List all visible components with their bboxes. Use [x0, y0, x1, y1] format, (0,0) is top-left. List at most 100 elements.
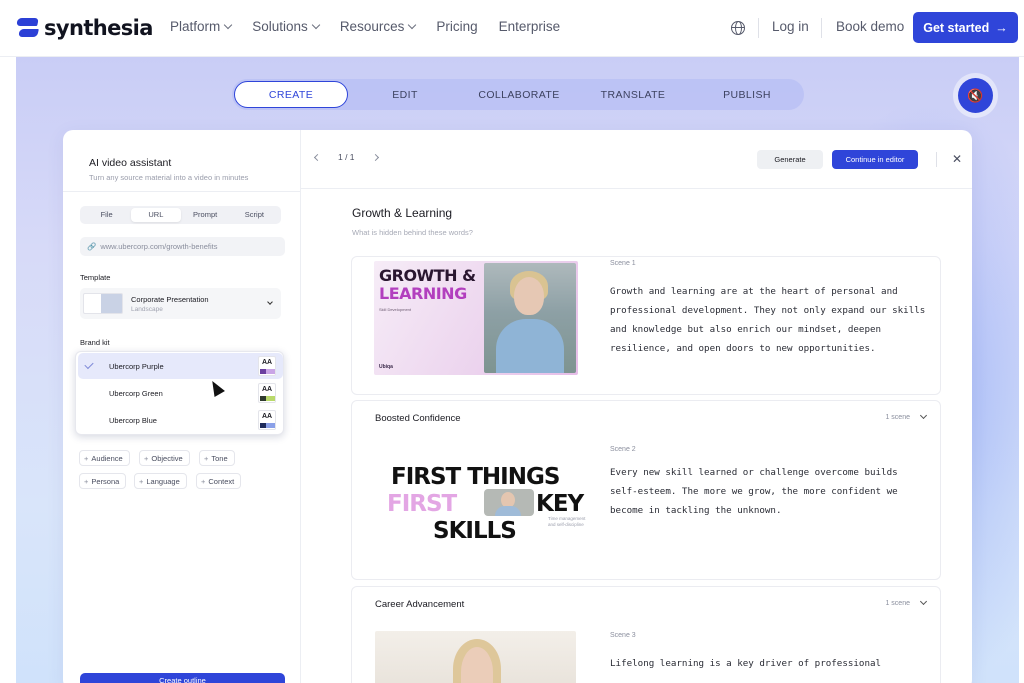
- tab-publish[interactable]: PUBLISH: [690, 89, 804, 101]
- assistant-sidebar: AI video assistant Turn any source mater…: [63, 130, 301, 683]
- menu-item-pricing[interactable]: Pricing: [436, 19, 477, 34]
- chip-audience[interactable]: + Audience: [79, 450, 130, 466]
- scene-card-1[interactable]: GROWTH & LEARNING Skill Development Ubiqa…: [351, 256, 941, 395]
- chip-objective[interactable]: + Objective: [139, 450, 190, 466]
- sidebar-subtitle: Turn any source material into a video in…: [89, 173, 249, 182]
- tab-translate[interactable]: TRANSLATE: [576, 89, 690, 101]
- thumbnail-logo: Ubiqa: [379, 364, 393, 370]
- scene-label: Scene 1: [610, 260, 636, 267]
- chevron-left-icon[interactable]: [313, 153, 322, 161]
- url-input[interactable]: 🔗 www.ubercorp.com/growth-benefits: [80, 237, 285, 256]
- thumbnail-caption: Time management and self-discipline: [548, 516, 586, 527]
- plus-icon: +: [144, 454, 149, 463]
- brand-option-blue[interactable]: Ubercorp Blue AA: [78, 407, 283, 433]
- close-icon[interactable]: ✕: [952, 152, 962, 166]
- globe-icon[interactable]: [731, 21, 745, 35]
- chevron-right-icon[interactable]: [371, 153, 379, 161]
- logo-mark-icon: [16, 18, 39, 38]
- menu-item-solutions[interactable]: Solutions: [252, 19, 321, 34]
- chip-persona[interactable]: + Persona: [79, 473, 127, 489]
- scene-script-text[interactable]: Lifelong learning is a key driver of pro…: [610, 654, 930, 673]
- scene-count: 1 scene: [885, 600, 910, 607]
- sidebar-title: AI video assistant: [89, 157, 172, 169]
- scene-1-thumbnail: GROWTH & LEARNING Skill Development Ubiqa: [374, 261, 578, 375]
- brand-name: Ubercorp Purple: [109, 362, 164, 371]
- plus-icon: +: [84, 454, 89, 463]
- chevron-down-icon[interactable]: [919, 411, 928, 420]
- chip-label: Language: [146, 477, 180, 486]
- template-select[interactable]: Corporate Presentation Landscape: [80, 288, 281, 319]
- swatch-text: AA: [261, 413, 273, 420]
- scene-card-3[interactable]: Career Advancement 1 scene Scene 3 Lifel…: [351, 586, 941, 683]
- chip-context[interactable]: + Context: [196, 473, 242, 489]
- scene-script-text[interactable]: Growth and learning are at the heart of …: [610, 282, 930, 358]
- create-outline-button[interactable]: Create outline: [80, 673, 285, 683]
- main-menu: Platform Solutions Resources Pricing Ent…: [170, 19, 560, 34]
- login-link[interactable]: Log in: [772, 19, 809, 34]
- source-tab-script[interactable]: Script: [230, 208, 279, 222]
- page-navigation: 1 / 1: [313, 152, 379, 162]
- brand-name: Ubercorp Green: [109, 389, 163, 398]
- synthesia-logo[interactable]: synthesia: [16, 16, 153, 40]
- chip-label: Persona: [91, 477, 120, 486]
- continue-in-editor-button[interactable]: Continue in editor: [832, 150, 918, 169]
- chip-label: Objective: [151, 454, 183, 463]
- avatar-presenter-image: [484, 263, 576, 373]
- chevron-down-icon: [408, 20, 417, 29]
- cta-label: Get started: [923, 20, 990, 35]
- tab-collaborate[interactable]: COLLABORATE: [462, 89, 576, 101]
- book-demo-link[interactable]: Book demo: [836, 19, 904, 34]
- thumbnail-title: GROWTH & LEARNING: [379, 266, 476, 303]
- chip-tone[interactable]: + Tone: [199, 450, 235, 466]
- page-indicator: 1 / 1: [338, 152, 355, 162]
- tab-create[interactable]: CREATE: [234, 81, 348, 108]
- check-icon: [84, 359, 94, 370]
- chevron-down-icon[interactable]: [919, 597, 928, 606]
- scene-3-thumbnail: [375, 631, 576, 683]
- mute-button[interactable]: 🔇: [953, 73, 998, 118]
- swatch-text: AA: [261, 359, 273, 366]
- get-started-button[interactable]: Get started →: [913, 12, 1018, 43]
- brand-swatch: AA: [258, 383, 276, 403]
- ai-video-assistant-card: AI video assistant Turn any source mater…: [63, 130, 972, 683]
- thumbnail-line: KEY: [536, 491, 584, 517]
- divider: [821, 18, 822, 38]
- scene-label: Scene 3: [610, 632, 636, 639]
- source-tab-file[interactable]: File: [82, 208, 131, 222]
- chip-language[interactable]: + Language: [134, 473, 187, 489]
- brand-kit-dropdown: Ubercorp Purple AA Ubercorp Green AA Ube…: [75, 351, 284, 435]
- chip-label: Audience: [91, 454, 123, 463]
- menu-item-resources[interactable]: Resources: [340, 19, 417, 34]
- logo-text: synthesia: [44, 16, 153, 40]
- template-name: Corporate Presentation: [131, 295, 209, 304]
- tab-edit[interactable]: EDIT: [348, 89, 462, 101]
- scene-card-2[interactable]: Boosted Confidence 1 scene FIRST THINGS …: [351, 400, 941, 580]
- brand-option-green[interactable]: Ubercorp Green AA: [78, 380, 283, 406]
- plus-icon: +: [204, 454, 209, 463]
- menu-item-enterprise[interactable]: Enterprise: [499, 19, 561, 34]
- scene-count: 1 scene: [885, 414, 910, 421]
- generate-button[interactable]: Generate: [757, 150, 823, 169]
- arrow-right-icon: →: [995, 20, 1008, 35]
- template-thumbnail: [83, 293, 123, 314]
- avatar-presenter-image: [484, 489, 534, 516]
- template-label: Template: [80, 273, 111, 282]
- template-orientation: Landscape: [131, 306, 163, 313]
- menu-label: Solutions: [252, 19, 308, 34]
- chip-label: Tone: [211, 454, 228, 463]
- plus-icon: +: [84, 477, 89, 486]
- divider: [758, 18, 759, 38]
- menu-item-platform[interactable]: Platform: [170, 19, 233, 34]
- url-value: www.ubercorp.com/growth-benefits: [100, 242, 218, 251]
- source-tab-prompt[interactable]: Prompt: [181, 208, 230, 222]
- scene-script-text[interactable]: Every new skill learned or challenge ove…: [610, 463, 930, 520]
- scene-label: Scene 2: [610, 446, 636, 453]
- chevron-down-icon: [267, 299, 273, 305]
- thumbnail-small-text: Skill Development: [379, 307, 412, 312]
- source-tab-url[interactable]: URL: [131, 208, 181, 222]
- feature-tabs: CREATE EDIT COLLABORATE TRANSLATE PUBLIS…: [232, 79, 804, 110]
- brand-option-purple[interactable]: Ubercorp Purple AA: [78, 353, 283, 379]
- divider: [63, 191, 301, 192]
- link-icon: 🔗: [87, 242, 97, 251]
- scene-section-title: Career Advancement: [375, 599, 465, 610]
